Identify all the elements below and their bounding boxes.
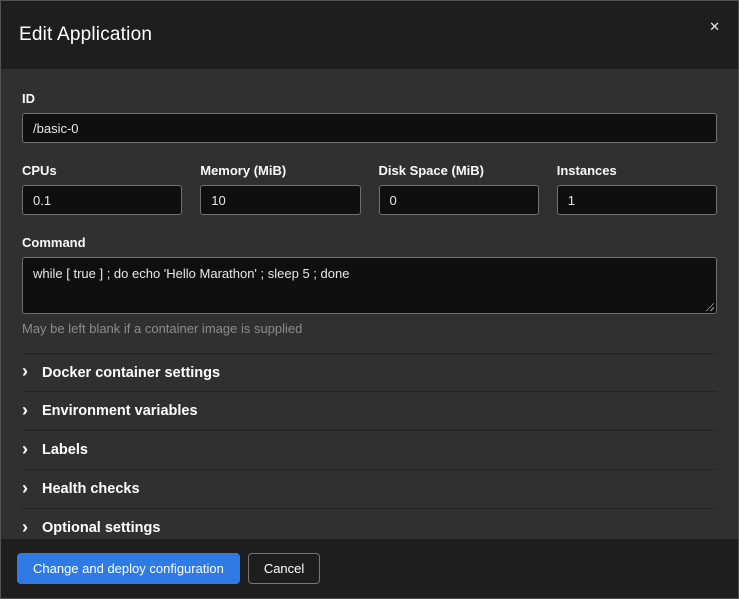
id-input[interactable] <box>22 113 717 143</box>
section-label: Optional settings <box>42 520 160 536</box>
section-label: Docker container settings <box>42 365 220 381</box>
section-labels[interactable]: › Labels <box>22 431 717 470</box>
cpus-input[interactable] <box>22 185 182 215</box>
chevron-right-icon: › <box>22 480 32 496</box>
section-label: Environment variables <box>42 403 198 419</box>
cpus-field-group: CPUs <box>22 163 182 215</box>
cancel-button[interactable]: Cancel <box>248 553 320 584</box>
instances-label: Instances <box>557 163 717 178</box>
section-health-checks[interactable]: › Health checks <box>22 470 717 509</box>
disk-space-field-group: Disk Space (MiB) <box>379 163 539 215</box>
cpus-label: CPUs <box>22 163 182 178</box>
command-field-group: Command while [ true ] ; do echo 'Hello … <box>22 235 717 336</box>
section-label: Health checks <box>42 481 140 497</box>
id-label: ID <box>22 91 717 106</box>
section-docker-container-settings[interactable]: › Docker container settings <box>22 353 717 392</box>
edit-application-modal: Edit Application ✕ ID CPUs Memory (MiB) … <box>0 0 739 599</box>
id-field-group: ID <box>22 91 717 143</box>
chevron-right-icon: › <box>22 519 32 535</box>
command-textarea[interactable]: while [ true ] ; do echo 'Hello Marathon… <box>22 257 717 314</box>
close-icon[interactable]: ✕ <box>705 16 724 37</box>
modal-title: Edit Application <box>19 24 152 46</box>
memory-input[interactable] <box>200 185 360 215</box>
command-help-text: May be left blank if a container image i… <box>22 321 717 336</box>
section-optional-settings[interactable]: › Optional settings <box>22 509 717 539</box>
chevron-right-icon: › <box>22 363 32 379</box>
chevron-right-icon: › <box>22 441 32 457</box>
resource-fields-row: CPUs Memory (MiB) Disk Space (MiB) Insta… <box>22 163 717 215</box>
command-textarea-wrap: while [ true ] ; do echo 'Hello Marathon… <box>22 257 717 314</box>
collapsible-sections: › Docker container settings › Environmen… <box>22 353 717 539</box>
instances-input[interactable] <box>557 185 717 215</box>
memory-label: Memory (MiB) <box>200 163 360 178</box>
section-environment-variables[interactable]: › Environment variables <box>22 392 717 431</box>
chevron-right-icon: › <box>22 402 32 418</box>
disk-space-label: Disk Space (MiB) <box>379 163 539 178</box>
modal-footer: Change and deploy configuration Cancel <box>1 539 738 598</box>
section-label: Labels <box>42 442 88 458</box>
modal-body: ID CPUs Memory (MiB) Disk Space (MiB) In… <box>1 69 738 539</box>
disk-space-input[interactable] <box>379 185 539 215</box>
memory-field-group: Memory (MiB) <box>200 163 360 215</box>
command-label: Command <box>22 235 717 250</box>
change-and-deploy-button[interactable]: Change and deploy configuration <box>17 553 240 584</box>
instances-field-group: Instances <box>557 163 717 215</box>
modal-header: Edit Application ✕ <box>1 1 738 69</box>
